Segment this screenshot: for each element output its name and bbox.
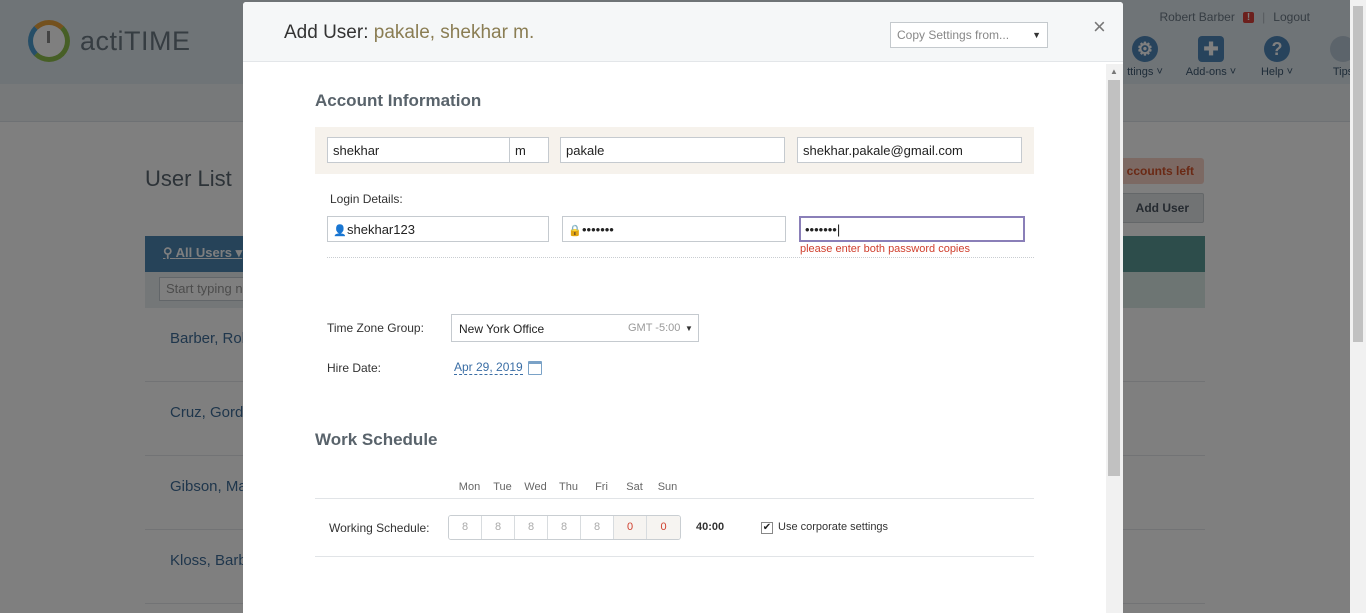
weekday-headers: Mon Tue Wed Thu Fri Sat Sun — [453, 481, 684, 493]
first-name-field[interactable]: shekhar — [327, 137, 511, 163]
hours-cell[interactable]: 0 — [614, 516, 647, 539]
total-hours: 40:00 — [696, 521, 725, 533]
time-zone-gmt: GMT -5:00 — [628, 322, 681, 334]
username-field[interactable]: 👤shekhar123 — [327, 216, 549, 242]
hours-cell[interactable]: 8 — [515, 516, 548, 539]
add-user-dialog: Add User: pakale, shekhar m. Copy Settin… — [243, 2, 1123, 613]
page-scrollbar[interactable] — [1350, 0, 1366, 613]
time-zone-value: New York Office — [459, 322, 545, 336]
use-corporate-label[interactable]: Use corporate settings — [778, 521, 888, 533]
work-schedule-heading: Work Schedule — [315, 430, 438, 449]
hours-cell[interactable]: 8 — [548, 516, 581, 539]
dialog-scrollbar[interactable]: ▲ — [1106, 64, 1123, 613]
username-value: shekhar123 — [347, 222, 415, 237]
hours-cell[interactable]: 8 — [449, 516, 482, 539]
working-schedule-hours: 8 8 8 8 8 0 0 — [448, 515, 681, 540]
weekday-label: Mon — [458, 481, 481, 493]
hours-cell[interactable]: 0 — [647, 516, 680, 539]
email-field[interactable]: shekhar.pakale@gmail.com — [797, 137, 1022, 163]
dialog-title-prefix: Add User: — [284, 22, 374, 43]
scroll-up-icon[interactable]: ▲ — [1110, 67, 1118, 76]
time-zone-select[interactable]: New York Office GMT -5:00 ▼ — [451, 314, 699, 342]
account-information-heading: Account Information — [315, 91, 482, 110]
close-icon[interactable]: × — [1093, 14, 1106, 40]
divider — [315, 556, 1034, 557]
user-icon: 👤 — [333, 225, 347, 237]
hours-cell[interactable]: 8 — [581, 516, 614, 539]
middle-initial-field[interactable]: m — [509, 137, 549, 163]
hire-date-label: Hire Date: — [327, 361, 382, 375]
password-value: ••••••• — [582, 222, 614, 237]
weekday-label: Thu — [559, 481, 578, 493]
hours-cell[interactable]: 8 — [482, 516, 515, 539]
weekday-label: Sun — [657, 481, 678, 493]
dialog-title-name: pakale, shekhar m. — [373, 22, 535, 43]
password-error-message: please enter both password copies — [800, 243, 970, 255]
weekday-label: Tue — [493, 481, 512, 493]
page-scrollbar-thumb[interactable] — [1353, 6, 1363, 342]
divider — [315, 498, 1034, 499]
use-corporate-checkbox[interactable]: ✔ — [761, 522, 773, 534]
dialog-header: Add User: pakale, shekhar m. Copy Settin… — [243, 2, 1123, 62]
weekday-label: Sat — [626, 481, 643, 493]
text-cursor: | — [836, 222, 841, 237]
working-schedule-label: Working Schedule: — [329, 521, 430, 535]
chevron-down-icon: ▼ — [1032, 30, 1041, 40]
password-field[interactable]: 🔒••••••• — [562, 216, 786, 242]
password-confirm-value: ••••••• — [805, 222, 837, 237]
chevron-down-icon: ▼ — [685, 324, 693, 333]
copy-settings-label: Copy Settings from... — [897, 28, 1010, 42]
hire-date-link[interactable]: Apr 29, 2019 — [454, 360, 523, 375]
divider — [327, 257, 1034, 258]
calendar-icon[interactable] — [528, 361, 542, 375]
dialog-scrollbar-thumb[interactable] — [1108, 80, 1120, 476]
dialog-title: Add User: pakale, shekhar m. — [284, 22, 534, 44]
copy-settings-select[interactable]: Copy Settings from... ▼ — [890, 22, 1048, 48]
login-details-label: Login Details: — [330, 192, 403, 206]
weekday-label: Wed — [524, 481, 547, 493]
time-zone-label: Time Zone Group: — [327, 321, 424, 335]
weekday-label: Fri — [595, 481, 608, 493]
lock-icon: 🔒 — [568, 225, 582, 237]
last-name-field[interactable]: pakale — [560, 137, 785, 163]
password-confirm-field[interactable]: •••••••| — [799, 216, 1025, 242]
